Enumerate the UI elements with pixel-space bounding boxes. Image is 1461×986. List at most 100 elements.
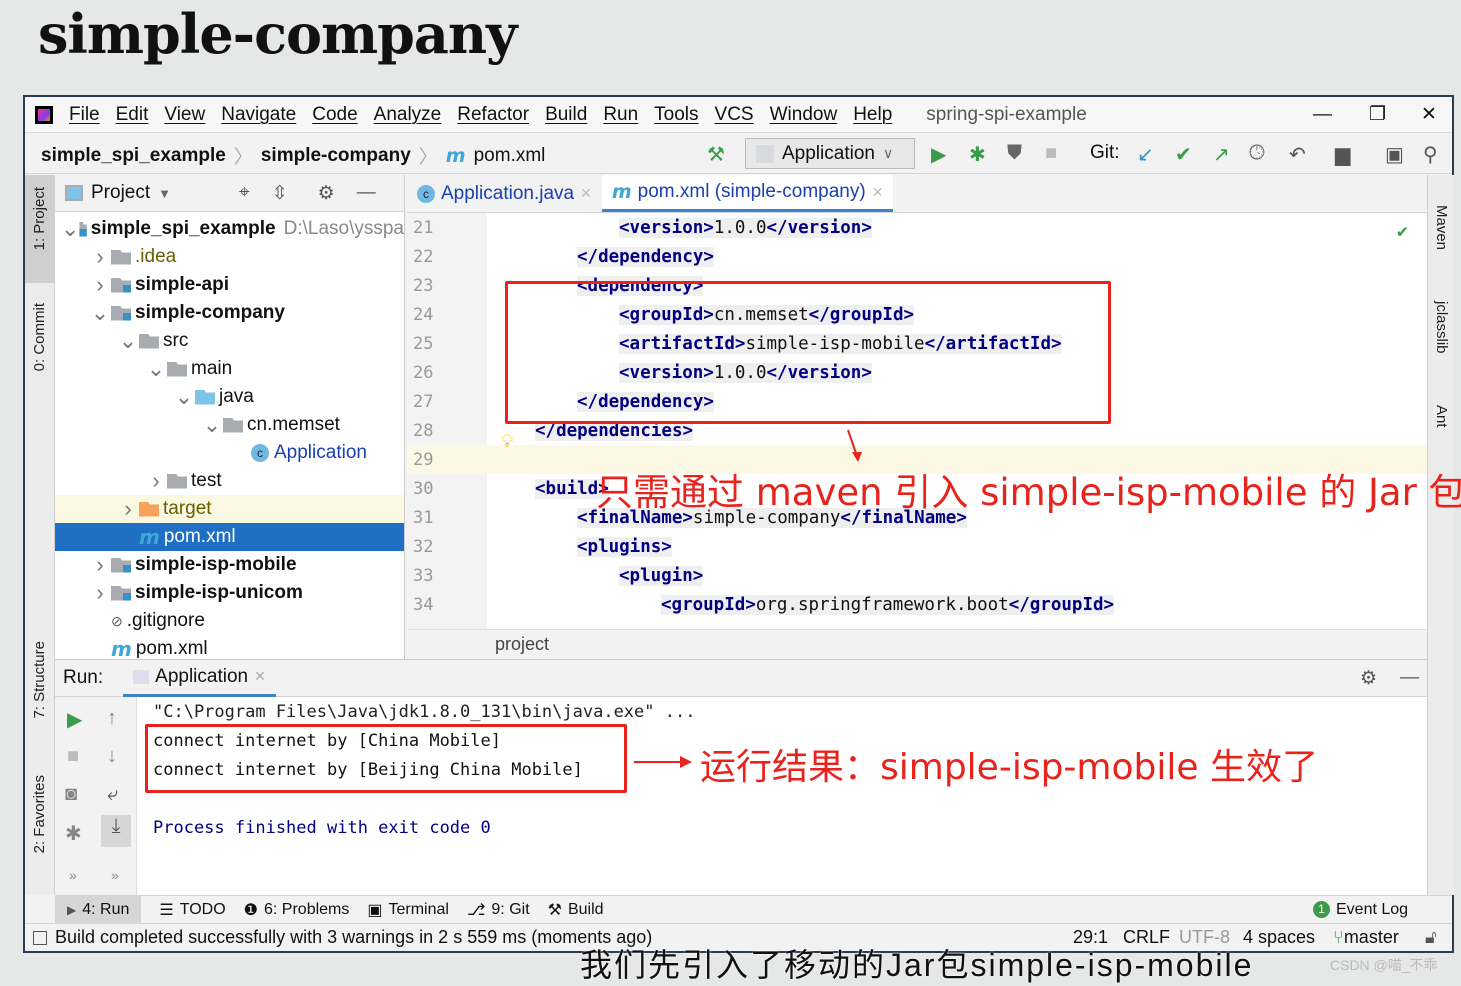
git-update-icon[interactable]: ↙ — [1137, 142, 1154, 167]
run-anything-icon[interactable]: ▣ — [1385, 142, 1404, 167]
collapse-all-icon[interactable]: ⇳ — [272, 182, 288, 205]
menu-help[interactable]: Help — [853, 104, 892, 126]
settings-icon[interactable]: ⚙ — [318, 182, 335, 205]
project-structure-icon[interactable]: ▆ — [1335, 142, 1350, 167]
expand-chevron-icon[interactable]: ⌄ — [61, 216, 79, 242]
hide-icon[interactable]: — — [1400, 667, 1419, 689]
tool-problems[interactable]: ❶ 6: Problems — [244, 900, 350, 920]
rerun-icon[interactable]: ▶ — [67, 707, 82, 732]
scroll-down-icon[interactable]: ↓ — [107, 745, 117, 768]
menu-file[interactable]: File — [69, 104, 100, 126]
more-icon[interactable]: » — [111, 867, 119, 883]
tree-item-simple-spi-example[interactable]: ⌄ simple_spi_example D:\Laso\ysspa — [55, 215, 404, 243]
stop-icon[interactable]: ■ — [67, 745, 79, 768]
debug-settings-icon[interactable]: ✱ — [65, 821, 82, 846]
tree-item-pom-xml[interactable]: m pom.xml — [55, 523, 404, 551]
expand-chevron-icon[interactable]: ⌄ — [89, 300, 111, 326]
tool-terminal[interactable]: ▣ Terminal — [367, 900, 449, 920]
git-commit-icon[interactable]: ✔ — [1175, 142, 1192, 167]
run-tab[interactable]: Application ✕ — [123, 660, 276, 697]
menu-edit[interactable]: Edit — [116, 104, 149, 126]
soft-wrap-icon[interactable]: ⤶ — [107, 783, 118, 806]
coverage-icon[interactable]: ⛊ — [1007, 142, 1022, 165]
tool-window-commit-label[interactable]: 0: Commit — [31, 303, 48, 371]
minimize-button[interactable]: — — [1313, 104, 1332, 126]
indent-setting[interactable]: 4 spaces — [1243, 927, 1315, 948]
git-push-icon[interactable]: ↗ — [1213, 142, 1230, 167]
expand-chevron-icon[interactable]: › — [89, 272, 111, 298]
tree-item-test[interactable]: › test — [55, 467, 404, 495]
tree-item-simple-isp-unicom[interactable]: › simple-isp-unicom — [55, 579, 404, 607]
camera-icon[interactable]: ◙ — [65, 783, 77, 806]
settings-icon[interactable]: ⚙ — [1360, 667, 1377, 690]
menu-code[interactable]: Code — [312, 104, 357, 126]
locate-icon[interactable]: ⌖ — [239, 182, 250, 204]
expand-chevron-icon[interactable]: ⌄ — [201, 412, 223, 438]
menu-tools[interactable]: Tools — [654, 104, 698, 126]
menu-vcs[interactable]: VCS — [715, 104, 754, 126]
stop-icon[interactable]: ■ — [1045, 142, 1057, 165]
tool-run[interactable]: ▶ 4: Run — [55, 895, 142, 924]
status-toggle-icon[interactable] — [33, 930, 47, 945]
rollback-icon[interactable]: ↶ — [1289, 142, 1306, 167]
tree-item-src[interactable]: ⌄ src — [55, 327, 404, 355]
expand-chevron-icon[interactable]: › — [117, 496, 139, 522]
breadcrumb-file[interactable]: pom.xml — [474, 145, 546, 167]
lock-icon[interactable]: 🔓︎ — [1425, 927, 1437, 948]
tool-todo[interactable]: ☰ TODO — [159, 900, 225, 920]
run-icon[interactable]: ▶ — [931, 142, 946, 167]
scroll-up-icon[interactable]: ↑ — [107, 707, 117, 730]
expand-chevron-icon[interactable]: ⌄ — [145, 356, 167, 382]
menu-refactor[interactable]: Refactor — [457, 104, 529, 126]
menu-view[interactable]: View — [164, 104, 205, 126]
tree-item-target[interactable]: › target — [55, 495, 404, 523]
project-view-select[interactable]: Project — [91, 182, 150, 204]
tree-item-java[interactable]: ⌄ java — [55, 383, 404, 411]
menu-analyze[interactable]: Analyze — [374, 104, 442, 126]
tree-item-simple-company[interactable]: ⌄ simple-company — [55, 299, 404, 327]
editor-breadcrumb[interactable]: project — [407, 629, 1427, 659]
expand-chevron-icon[interactable]: › — [145, 468, 167, 494]
tab-pom-xml[interactable]: m pom.xml (simple-company) ✕ — [601, 175, 894, 212]
restore-button[interactable]: ❐ — [1369, 103, 1386, 126]
breadcrumb-root[interactable]: simple_spi_example — [41, 145, 226, 167]
tree-item-application[interactable]: c Application — [55, 439, 404, 467]
tool-window-structure-label[interactable]: 7: Structure — [31, 641, 48, 719]
hide-icon[interactable]: — — [357, 182, 376, 204]
tool-git[interactable]: ⎇ 9: Git — [467, 900, 530, 920]
jclasslib-tool-label[interactable]: jclasslib — [1433, 301, 1450, 354]
breadcrumb-module[interactable]: simple-company — [261, 145, 411, 167]
tool-build[interactable]: ⚒ Build — [548, 900, 604, 920]
intention-bulb-icon[interactable]: 💡︎ — [501, 431, 514, 452]
menu-build[interactable]: Build — [545, 104, 587, 126]
status-message[interactable]: Build completed successfully with 3 warn… — [55, 927, 652, 948]
ant-tool-label[interactable]: Ant — [1433, 405, 1450, 428]
more-icon[interactable]: » — [69, 867, 77, 883]
event-log[interactable]: 1 Event Log — [1313, 901, 1408, 919]
build-hammer-icon[interactable]: ⚒ — [707, 142, 725, 167]
tool-window-favorites-label[interactable]: 2: Favorites — [31, 775, 48, 853]
tree-item-simple-isp-mobile[interactable]: › simple-isp-mobile — [55, 551, 404, 579]
history-icon[interactable]: 🕓︎ — [1249, 142, 1265, 165]
close-tab-icon[interactable]: ✕ — [872, 184, 884, 201]
close-tab-icon[interactable]: ✕ — [580, 185, 592, 202]
menu-run[interactable]: Run — [603, 104, 638, 126]
scroll-to-end-icon[interactable]: ⤓ — [101, 815, 131, 847]
tree-item-cn-memset[interactable]: ⌄ cn.memset — [55, 411, 404, 439]
expand-chevron-icon[interactable]: ⌄ — [173, 384, 195, 410]
expand-chevron-icon[interactable]: › — [89, 244, 111, 270]
expand-chevron-icon[interactable]: › — [89, 580, 111, 606]
maven-tool-label[interactable]: Maven — [1433, 205, 1450, 250]
run-config-select[interactable]: Application ∨ — [745, 138, 915, 169]
menu-window[interactable]: Window — [770, 104, 838, 126]
expand-chevron-icon[interactable]: › — [89, 552, 111, 578]
tree-item--idea[interactable]: › .idea — [55, 243, 404, 271]
tree-item-main[interactable]: ⌄ main — [55, 355, 404, 383]
menu-navigate[interactable]: Navigate — [221, 104, 296, 126]
tab-application-java[interactable]: c Application.java ✕ — [407, 175, 602, 212]
tree-item--gitignore[interactable]: ⊘ .gitignore — [55, 607, 404, 635]
close-button[interactable]: ✕ — [1421, 103, 1437, 126]
debug-icon[interactable]: ✱ — [969, 142, 986, 167]
expand-chevron-icon[interactable]: ⌄ — [117, 328, 139, 354]
tree-item-simple-api[interactable]: › simple-api — [55, 271, 404, 299]
